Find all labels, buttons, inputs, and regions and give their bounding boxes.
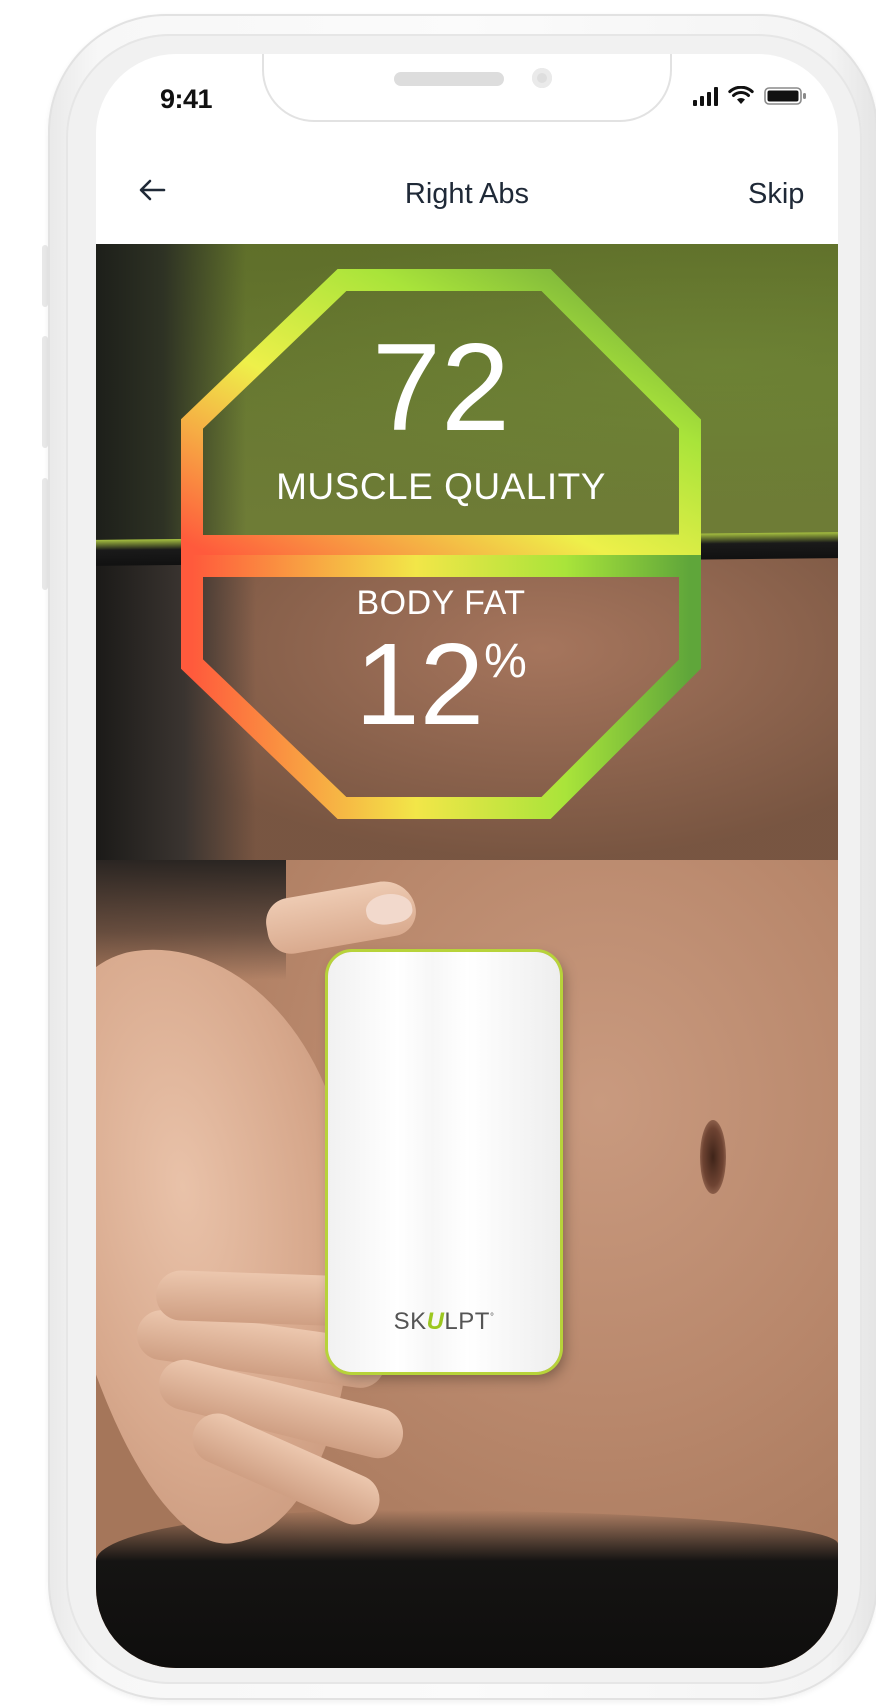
body-fat-unit: % <box>484 635 527 688</box>
muscle-quality-score: 72 <box>372 319 510 457</box>
status-time: 9:41 <box>160 84 213 114</box>
body-fat-label: BODY FAT <box>356 584 526 622</box>
muscle-quality-label: MUSCLE QUALITY <box>276 466 606 507</box>
page-title: Right Abs <box>404 178 530 210</box>
body-fat-value: 12% <box>176 626 706 742</box>
registered-mark: ° <box>489 1312 495 1323</box>
nav-header: Right Abs Skip <box>96 144 838 244</box>
speaker-grille <box>394 72 504 86</box>
front-camera <box>532 68 552 88</box>
battery-icon <box>764 87 806 105</box>
brand-text-suffix: LPT <box>444 1308 490 1335</box>
brand-text: SK <box>393 1308 427 1335</box>
wifi-icon <box>728 86 754 104</box>
body-fat-number: 12 <box>355 619 485 749</box>
abs-photo: SKULPT° 72 MUSCLE QUALITY BODY FAT 12% <box>96 244 838 1668</box>
signal-icon <box>693 86 718 106</box>
phone-screen: SKULPT° 72 MUSCLE QUALITY BODY FAT 12% R… <box>96 54 838 1668</box>
brand-u-mark: U <box>426 1308 445 1335</box>
navel <box>700 1120 726 1194</box>
status-icons <box>693 86 808 106</box>
skip-button[interactable]: Skip <box>748 178 838 211</box>
phone-notch <box>262 54 672 122</box>
skulpt-device: SKULPT° <box>328 952 560 1372</box>
app-mockup: SKULPT° 72 MUSCLE QUALITY BODY FAT 12% R… <box>0 0 876 1706</box>
device-brand-logo: SKULPT° <box>328 1308 560 1336</box>
